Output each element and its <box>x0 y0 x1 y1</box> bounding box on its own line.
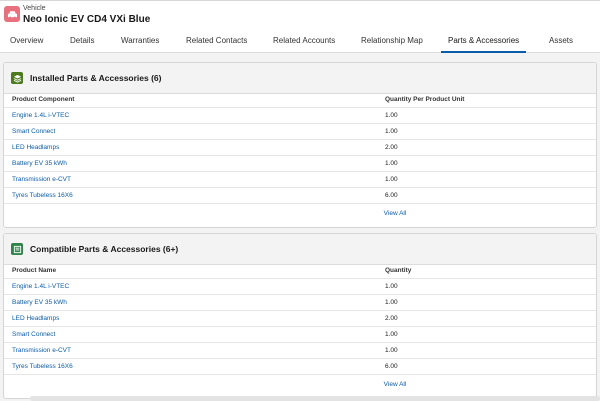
quantity-value: 1.00 <box>385 128 398 135</box>
product-link[interactable]: Engine 1.4L i-VTEC <box>12 279 69 294</box>
table-row: Tyres Tubeless 16X6 6.00 <box>4 358 596 374</box>
quantity-value: 2.00 <box>385 315 398 322</box>
column-header-quantity-per-unit[interactable]: Quantity Per Product Unit <box>385 92 464 108</box>
table-divider <box>4 374 596 375</box>
product-link[interactable]: Transmission e-CVT <box>12 172 71 187</box>
table-row: LED Headlamps 2.00 <box>4 139 596 155</box>
quantity-value: 6.00 <box>385 192 398 199</box>
table-divider <box>4 203 596 204</box>
table-row: LED Headlamps 2.00 <box>4 310 596 326</box>
quantity-value: 1.00 <box>385 176 398 183</box>
table-row: Smart Connect 1.00 <box>4 326 596 342</box>
table-row: Engine 1.4L i-VTEC 1.00 <box>4 278 596 294</box>
compatible-parts-header: Compatible Parts & Accessories (6+) <box>4 234 596 265</box>
horizontal-scrollbar[interactable] <box>30 396 600 401</box>
table-row: Battery EV 35 kWh 1.00 <box>4 155 596 171</box>
parts-icon <box>11 72 23 84</box>
product-link[interactable]: Battery EV 35 kWh <box>12 156 67 171</box>
tab-relationship-map[interactable]: Relationship Map <box>361 31 423 53</box>
product-link[interactable]: Smart Connect <box>12 327 55 342</box>
tab-related-accounts[interactable]: Related Accounts <box>273 31 335 53</box>
list-icon <box>11 243 23 255</box>
compatible-parts-title: Compatible Parts & Accessories (6+) <box>30 244 179 254</box>
tab-assets[interactable]: Assets <box>549 31 573 53</box>
tab-overview[interactable]: Overview <box>10 31 43 53</box>
product-link[interactable]: Smart Connect <box>12 124 55 139</box>
table-row: Battery EV 35 kWh 1.00 <box>4 294 596 310</box>
table-row: Smart Connect 1.00 <box>4 123 596 139</box>
view-all-link[interactable]: View All <box>4 210 596 217</box>
product-link[interactable]: Tyres Tubeless 16X6 <box>12 188 73 203</box>
product-link[interactable]: LED Headlamps <box>12 311 59 326</box>
table-row: Transmission e-CVT 1.00 <box>4 342 596 358</box>
tab-bar: Overview Details Warranties Related Cont… <box>0 31 600 53</box>
compatible-parts-card: Compatible Parts & Accessories (6+) Prod… <box>3 233 597 399</box>
table-row: Engine 1.4L i-VTEC 1.00 <box>4 107 596 123</box>
column-header-product-name[interactable]: Product Name <box>12 263 56 279</box>
record-header: Vehicle Neo Ionic EV CD4 VXi Blue <box>0 0 600 31</box>
quantity-value: 1.00 <box>385 331 398 338</box>
tab-related-contacts[interactable]: Related Contacts <box>186 31 247 53</box>
quantity-value: 2.00 <box>385 144 398 151</box>
quantity-value: 1.00 <box>385 160 398 167</box>
installed-parts-card: Installed Parts & Accessories (6) Produc… <box>3 62 597 228</box>
product-link[interactable]: Tyres Tubeless 16X6 <box>12 359 73 374</box>
quantity-value: 1.00 <box>385 299 398 306</box>
quantity-value: 6.00 <box>385 363 398 370</box>
installed-parts-title: Installed Parts & Accessories (6) <box>30 73 162 83</box>
record-title: Neo Ionic EV CD4 VXi Blue <box>23 14 151 25</box>
table-row: Transmission e-CVT 1.00 <box>4 171 596 187</box>
car-icon <box>4 6 20 22</box>
quantity-value: 1.00 <box>385 283 398 290</box>
quantity-value: 1.00 <box>385 112 398 119</box>
installed-parts-header: Installed Parts & Accessories (6) <box>4 63 596 94</box>
view-all-link[interactable]: View All <box>4 381 596 388</box>
quantity-value: 1.00 <box>385 347 398 354</box>
tab-warranties[interactable]: Warranties <box>121 31 159 53</box>
column-header-quantity[interactable]: Quantity <box>385 263 411 279</box>
product-link[interactable]: Battery EV 35 kWh <box>12 295 67 310</box>
record-type-label: Vehicle <box>23 5 46 12</box>
column-header-product-component[interactable]: Product Component <box>12 92 74 108</box>
product-link[interactable]: Transmission e-CVT <box>12 343 71 358</box>
tab-parts-accessories[interactable]: Parts & Accessories <box>441 31 527 53</box>
product-link[interactable]: Engine 1.4L i-VTEC <box>12 108 69 123</box>
tab-details[interactable]: Details <box>70 31 94 53</box>
product-link[interactable]: LED Headlamps <box>12 140 59 155</box>
table-row: Tyres Tubeless 16X6 6.00 <box>4 187 596 203</box>
